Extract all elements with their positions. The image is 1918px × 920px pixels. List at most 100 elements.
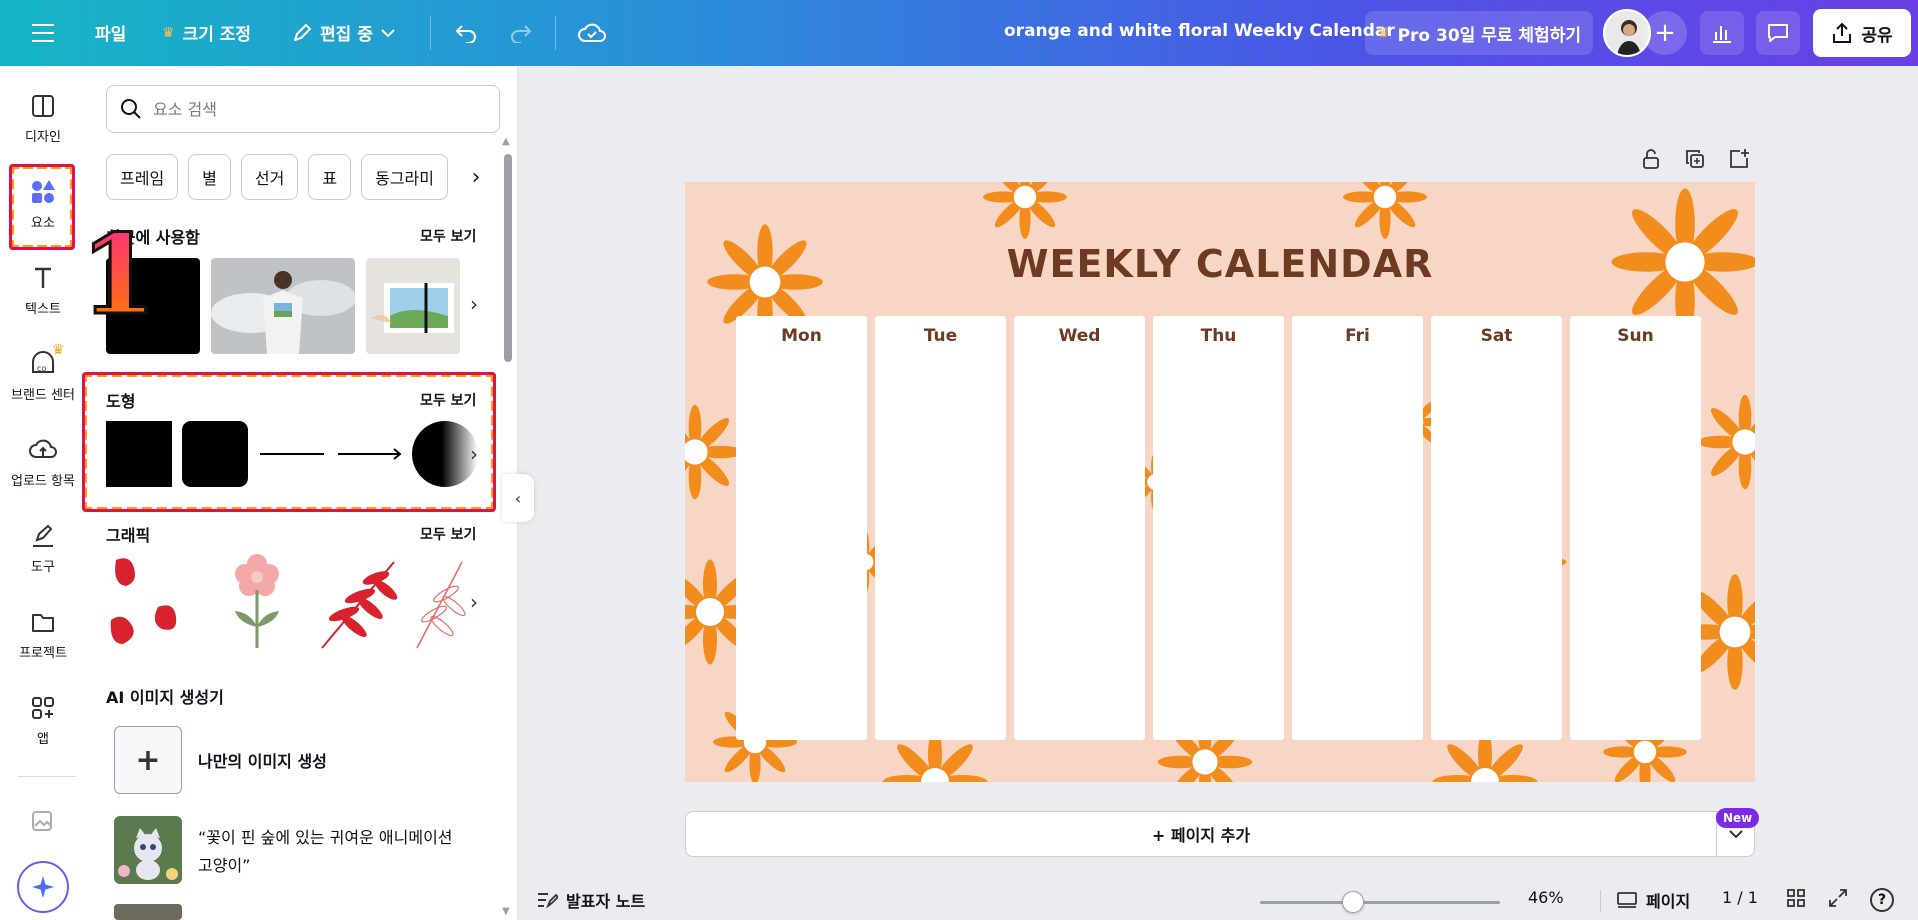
rail-item-apps[interactable]: 앱 <box>0 694 86 747</box>
design-page[interactable]: WEEKLY CALENDAR Mon Tue Wed Thu Fri Sat … <box>685 182 1755 782</box>
chip[interactable]: 선거 <box>240 154 299 200</box>
duplicate-icon[interactable] <box>1684 148 1706 170</box>
ai-create-item[interactable]: + 나만의 이미지 생성 <box>114 726 327 794</box>
share-label: 공유 <box>1861 25 1893 46</box>
page-counter[interactable]: 1 / 1 <box>1722 888 1758 907</box>
day-label[interactable]: Sun <box>1570 326 1701 346</box>
ai-create-label: 나만의 이미지 생성 <box>198 752 327 771</box>
menu-icon[interactable] <box>28 18 58 48</box>
file-menu-label: 파일 <box>95 25 127 45</box>
edit-mode-dropdown[interactable]: 편집 중 <box>292 20 395 45</box>
presenter-notes-button[interactable]: 발표자 노트 <box>536 888 645 912</box>
divider <box>1600 890 1601 912</box>
rail-item-design[interactable]: 디자인 <box>0 92 86 145</box>
ai-example-thumb-partial[interactable] <box>114 904 182 920</box>
help-button[interactable]: ? <box>1870 888 1894 912</box>
chip[interactable]: 동그라미 <box>361 154 448 200</box>
calendar-title[interactable]: WEEKLY CALENDAR <box>685 242 1755 286</box>
chevron-down-icon <box>1728 830 1743 839</box>
divider <box>555 16 556 50</box>
graphics-see-all-link[interactable]: 모두 보기 <box>420 524 476 544</box>
day-column[interactable] <box>875 316 1006 740</box>
recent-thumb-tshirt-man[interactable] <box>211 258 355 354</box>
day-column[interactable] <box>1431 316 1562 740</box>
search-box[interactable] <box>106 85 500 133</box>
insights-button[interactable] <box>1700 11 1744 55</box>
chip[interactable]: 프레임 <box>106 154 179 200</box>
add-page-icon[interactable] <box>1728 148 1750 170</box>
image-sparkle-icon <box>32 811 52 831</box>
chevron-right-icon[interactable]: › <box>462 154 490 200</box>
rail-item-text[interactable]: 텍스트 <box>0 264 86 317</box>
resize-button[interactable]: ♛ 크기 조정 <box>162 20 251 46</box>
scroll-up-icon[interactable]: ▲ <box>502 136 510 147</box>
zoom-slider[interactable] <box>1260 901 1500 904</box>
panel-scrollbar[interactable] <box>504 154 512 362</box>
chevron-down-icon <box>381 28 395 37</box>
crown-icon: ♛ <box>52 342 65 358</box>
document-title[interactable]: orange and white floral Weekly Calendar <box>1004 21 1395 41</box>
comment-icon <box>1768 24 1788 42</box>
undo-icon[interactable] <box>450 18 482 48</box>
graphic-red-petals[interactable] <box>106 552 200 652</box>
chip[interactable]: 별 <box>188 154 231 200</box>
pencil-icon <box>294 23 311 41</box>
collapse-panel-button[interactable]: ‹ <box>502 474 534 522</box>
page-tools <box>1640 148 1750 170</box>
day-column[interactable] <box>1153 316 1284 740</box>
day-label[interactable]: Sat <box>1431 326 1562 346</box>
recent-see-all-link[interactable]: 모두 보기 <box>420 226 476 246</box>
search-icon <box>121 99 141 119</box>
pages-icon <box>1617 892 1637 908</box>
day-label[interactable]: Thu <box>1153 326 1284 346</box>
search-input[interactable] <box>153 99 483 119</box>
graphic-pink-flower[interactable] <box>211 552 305 652</box>
add-page-button[interactable]: + 페이지 추가 <box>685 811 1717 857</box>
lock-icon[interactable] <box>1640 148 1662 170</box>
zoom-value[interactable]: 46% <box>1528 888 1564 907</box>
notes-icon <box>538 893 558 909</box>
file-menu[interactable]: 파일 <box>95 20 126 45</box>
day-column[interactable] <box>1014 316 1145 740</box>
scroll-down-icon[interactable]: ▼ <box>502 906 510 917</box>
zoom-slider-handle[interactable] <box>1342 891 1364 913</box>
day-column[interactable] <box>1292 316 1423 740</box>
rail-item-label: 디자인 <box>25 130 61 145</box>
grid-view-icon[interactable] <box>1786 888 1806 908</box>
chevron-right-icon[interactable]: › <box>460 284 488 324</box>
rail-item-draw[interactable]: 도구 <box>0 522 86 575</box>
rail-item-label: 업로드 항목 <box>11 474 75 489</box>
design-icon <box>32 95 54 117</box>
rail-item-label: 텍스트 <box>25 302 61 317</box>
day-label[interactable]: Wed <box>1014 326 1145 346</box>
graphics-title: 그래픽 <box>106 526 151 545</box>
day-label[interactable]: Tue <box>875 326 1006 346</box>
rail-item-magic-media[interactable] <box>0 806 86 834</box>
top-toolbar: 파일 ♛ 크기 조정 편집 중 orange and white floral … <box>0 0 1918 66</box>
day-column[interactable] <box>1570 316 1701 740</box>
pages-button[interactable]: 페이지 <box>1616 888 1690 912</box>
day-label[interactable]: Fri <box>1292 326 1423 346</box>
text-icon <box>35 267 51 288</box>
magic-assistant-button[interactable] <box>17 861 69 913</box>
rail-item-uploads[interactable]: 업로드 항목 <box>0 436 86 489</box>
rail-item-label: 도구 <box>31 560 55 575</box>
day-label[interactable]: Mon <box>736 326 867 346</box>
add-collaborator-button[interactable]: + <box>1643 11 1687 55</box>
rail-item-brand[interactable]: co 브랜드 센터 <box>0 350 86 403</box>
comments-button[interactable] <box>1756 11 1800 55</box>
chevron-right-icon[interactable]: › <box>460 582 488 622</box>
ai-title: AI 이미지 생성기 <box>106 688 224 707</box>
ai-example-item[interactable]: “꽃이 핀 숲에 있는 귀여운 애니메이션 고양이” <box>114 816 453 884</box>
recent-thumb-card[interactable] <box>366 258 460 354</box>
graphic-red-leaf-branch[interactable] <box>314 552 408 652</box>
pro-trial-button[interactable]: ♛ Pro 30일 무료 체험하기 <box>1365 11 1593 55</box>
share-button[interactable]: 공유 <box>1813 9 1911 57</box>
redo-icon[interactable] <box>505 18 537 48</box>
rail-item-projects[interactable]: 프로젝트 <box>0 608 86 661</box>
chip[interactable]: 표 <box>308 154 352 200</box>
cloud-saved-icon[interactable] <box>575 18 609 48</box>
fullscreen-icon[interactable] <box>1828 888 1848 908</box>
day-column[interactable] <box>736 316 867 740</box>
draw-icon <box>33 524 53 547</box>
